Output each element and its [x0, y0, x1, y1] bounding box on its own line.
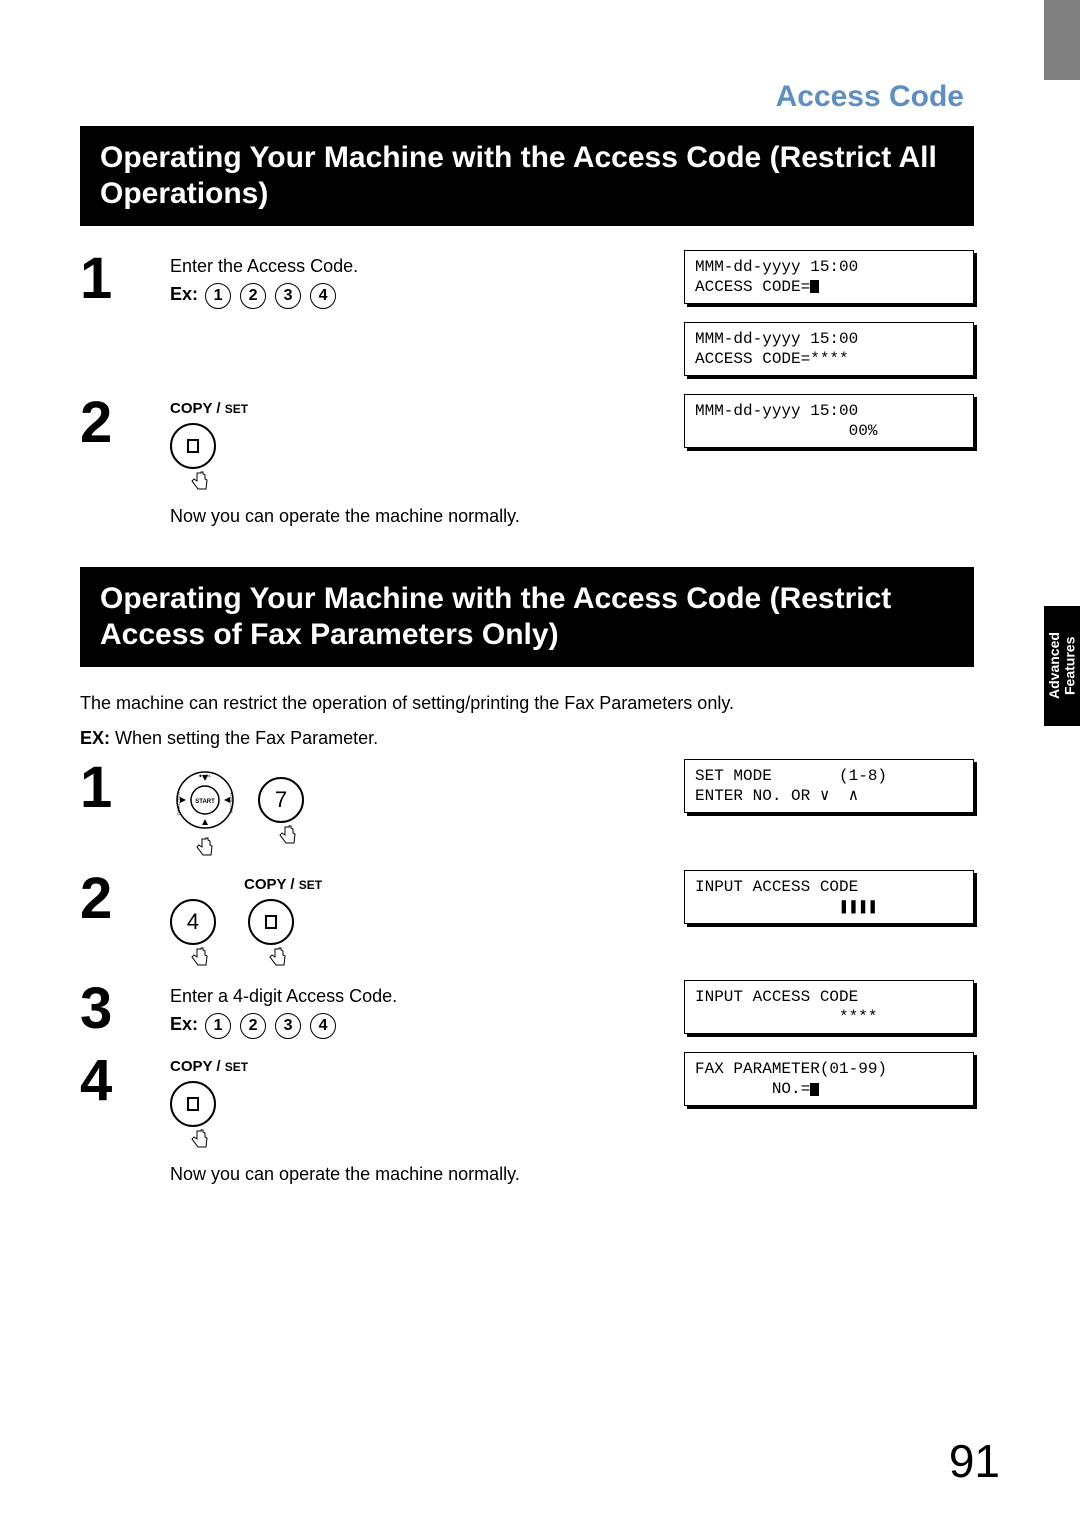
press-hand-icon: [188, 471, 212, 494]
key-3: 3: [275, 283, 301, 309]
step-number: 3: [80, 980, 170, 1038]
copy-set-key-icon: [170, 1081, 216, 1127]
side-tab: Advanced Features: [1044, 0, 1080, 1528]
step-number: 1: [80, 250, 170, 308]
lcd-display: SET MODE (1-8) ENTER NO. OR ∨ ∧: [684, 759, 974, 813]
step-number: 4: [80, 1052, 170, 1110]
lcd-display: MMM-dd-yyyy 15:00 ACCESS CODE=: [684, 250, 974, 304]
step-number: 2: [80, 394, 170, 452]
key-2: 2: [240, 1013, 266, 1039]
s2-step4: 4 COPY / SET Now you can operate the: [80, 1052, 684, 1185]
step-number: 2: [80, 870, 170, 928]
key-3: 3: [275, 1013, 301, 1039]
lcd-display: MMM-dd-yyyy 15:00 00%: [684, 394, 974, 448]
s1-step1-text: Enter the Access Code.: [170, 256, 672, 277]
chapter-title: Access Code: [80, 80, 974, 114]
lcd-display: MMM-dd-yyyy 15:00 ACCESS CODE=****: [684, 322, 974, 376]
s2-step2: 2 COPY / SET 4: [80, 870, 684, 970]
s2-step1: 1 START ⬥ VOL DIRECTORY F: [80, 759, 684, 860]
s1-step2-after: Now you can operate the machine normally…: [170, 506, 672, 527]
key-7: 7: [258, 777, 304, 823]
copy-set-key-icon: [248, 899, 294, 945]
s2-step3: 3 Enter a 4-digit Access Code. Ex: 1 2 3…: [80, 980, 684, 1039]
press-hand-icon: [188, 1129, 212, 1152]
press-hand-icon: [193, 837, 217, 860]
lcd-display: FAX PARAMETER(01-99) NO.=: [684, 1052, 974, 1106]
page-number: 91: [949, 1434, 1000, 1488]
section2-intro2: EX: When setting the Fax Parameter.: [80, 726, 974, 751]
copy-set-label: COPY / SET: [170, 1058, 672, 1075]
s1-step1: 1 Enter the Access Code. Ex: 1 2 3 4: [80, 250, 684, 309]
key-4: 4: [170, 899, 216, 945]
s1-step2: 2 COPY / SET Now you can operate the: [80, 394, 684, 527]
section2-heading: Operating Your Machine with the Access C…: [80, 567, 974, 667]
key-1: 1: [205, 1013, 231, 1039]
lcd-display: INPUT ACCESS CODE ❚❚❚❚: [684, 870, 974, 924]
s2-step4-after: Now you can operate the machine normally…: [170, 1164, 672, 1185]
side-tab-gray: [1044, 0, 1080, 80]
copy-set-label: COPY / SET: [170, 400, 672, 417]
lcd-display: INPUT ACCESS CODE ****: [684, 980, 974, 1034]
side-tab-text: Advanced Features: [1047, 606, 1078, 726]
step-number: 1: [80, 759, 170, 817]
ex-label: Ex:: [170, 284, 198, 304]
svg-text:START: START: [195, 799, 215, 805]
function-dial-icon: START ⬥ VOL DIRECTORY FUNCTION: [170, 765, 240, 835]
key-4: 4: [310, 1013, 336, 1039]
press-hand-icon: [276, 825, 300, 848]
press-hand-icon: [188, 947, 212, 970]
copy-set-label: COPY / SET: [244, 876, 672, 893]
s2-step3-text: Enter a 4-digit Access Code.: [170, 986, 672, 1007]
section2-intro1: The machine can restrict the operation o…: [80, 691, 974, 716]
key-2: 2: [240, 283, 266, 309]
copy-set-key-icon: [170, 423, 216, 469]
svg-text:FUNCTION: FUNCTION: [229, 793, 234, 814]
ex-label: Ex:: [170, 1014, 198, 1034]
side-tab-label: Advanced Features: [1044, 606, 1080, 726]
press-hand-icon: [266, 947, 290, 970]
key-4: 4: [310, 283, 336, 309]
section1-heading: Operating Your Machine with the Access C…: [80, 126, 974, 226]
key-1: 1: [205, 283, 231, 309]
